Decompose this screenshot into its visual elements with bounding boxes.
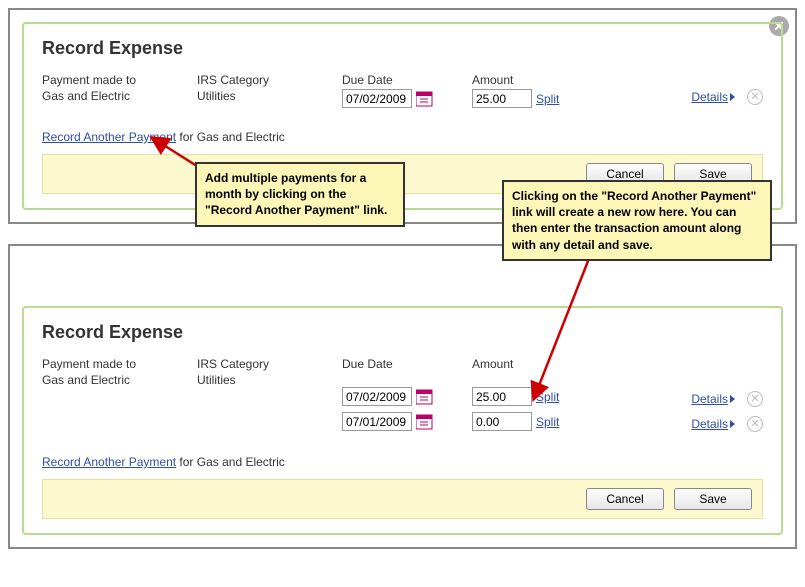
save-button[interactable]: Save xyxy=(674,488,752,510)
due-date-input[interactable] xyxy=(342,89,412,108)
details-link[interactable]: Details xyxy=(691,417,735,431)
amount-label: Amount xyxy=(472,73,587,87)
callout-tooltip: Add multiple payments for a month by cli… xyxy=(195,162,405,227)
details-link[interactable]: Details xyxy=(691,90,735,104)
chevron-right-icon xyxy=(730,395,735,403)
delete-row-icon[interactable]: ✕ xyxy=(747,89,763,105)
page-title: Record Expense xyxy=(42,38,763,59)
payment-value: Gas and Electric xyxy=(42,373,197,387)
category-label: IRS Category xyxy=(197,357,342,371)
record-another-line: Record Another Payment for Gas and Elect… xyxy=(42,455,763,469)
table-row: Split Details ✕ xyxy=(42,412,763,435)
chevron-right-icon xyxy=(730,420,735,428)
field-row: Payment made to Gas and Electric IRS Cat… xyxy=(42,73,763,112)
data-rows: SplitDetails✕SplitDetails✕ xyxy=(42,387,763,437)
details-text: Details xyxy=(691,417,728,431)
category-value: Utilities xyxy=(197,373,342,387)
page-title: Record Expense xyxy=(42,322,763,343)
header-row: Payment made to Gas and Electric IRS Cat… xyxy=(42,357,763,387)
due-date-input[interactable] xyxy=(342,412,412,431)
payment-value: Gas and Electric xyxy=(42,89,197,103)
calendar-icon[interactable] xyxy=(416,388,434,405)
record-another-link[interactable]: Record Another Payment xyxy=(42,455,176,469)
calendar-icon[interactable] xyxy=(416,90,434,107)
details-text: Details xyxy=(691,90,728,104)
delete-row-icon[interactable]: ✕ xyxy=(747,391,763,407)
due-label: Due Date xyxy=(342,357,472,371)
cancel-button[interactable]: Cancel xyxy=(586,488,664,510)
amount-input[interactable] xyxy=(472,89,532,108)
due-date-input[interactable] xyxy=(342,387,412,406)
amount-input[interactable] xyxy=(472,412,532,431)
chevron-right-icon xyxy=(730,93,735,101)
record-another-suffix: for Gas and Electric xyxy=(176,455,285,469)
details-link[interactable]: Details xyxy=(691,392,735,406)
arrow-icon xyxy=(530,256,650,406)
category-label: IRS Category xyxy=(197,73,342,87)
due-label: Due Date xyxy=(342,73,472,87)
details-text: Details xyxy=(691,392,728,406)
split-link[interactable]: Split xyxy=(536,92,559,106)
table-row: SplitDetails✕ xyxy=(42,387,763,410)
split-link[interactable]: Split xyxy=(536,415,559,429)
payment-label: Payment made to xyxy=(42,73,197,87)
callout-tooltip: Clicking on the "Record Another Payment"… xyxy=(502,180,772,261)
payment-label: Payment made to xyxy=(42,357,197,371)
panel-2: Record Expense Payment made to Gas and E… xyxy=(8,244,797,549)
delete-row-icon[interactable]: ✕ xyxy=(747,416,763,432)
category-value: Utilities xyxy=(197,89,342,103)
calendar-icon[interactable] xyxy=(416,413,434,430)
amount-input[interactable] xyxy=(472,387,532,406)
record-expense-box-2: Record Expense Payment made to Gas and E… xyxy=(22,306,783,535)
button-bar: Cancel Save xyxy=(42,479,763,519)
